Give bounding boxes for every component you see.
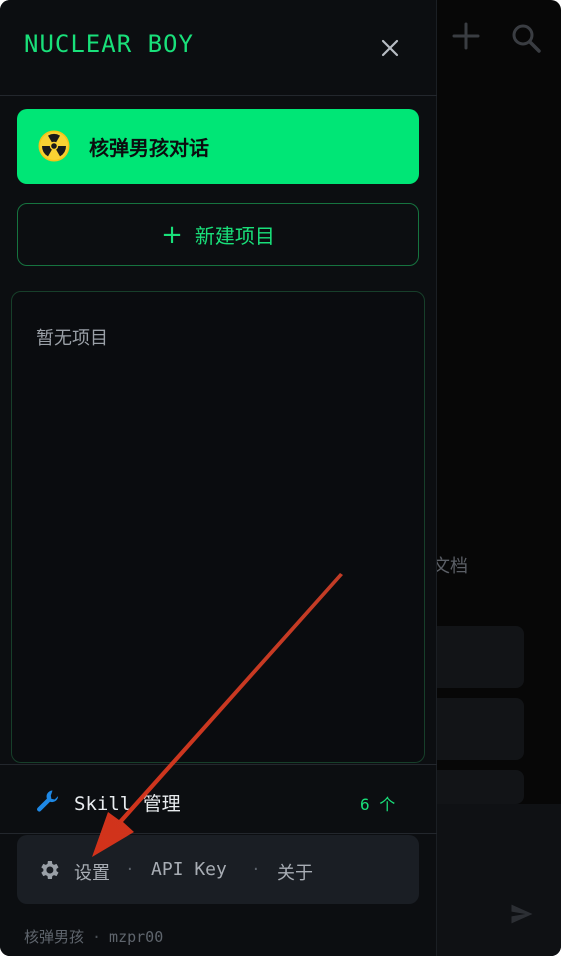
- settings-bar: 设置 · API Key · 关于: [17, 835, 419, 904]
- separator-dot: ·: [92, 928, 102, 946]
- close-icon: [381, 39, 399, 57]
- send-icon[interactable]: [508, 900, 536, 928]
- nuclear-boy-chat-button[interactable]: 核弹男孩对话: [17, 109, 419, 184]
- close-button[interactable]: [374, 32, 406, 64]
- new-chat-plus-icon[interactable]: [450, 20, 482, 52]
- separator-dot: ·: [127, 859, 133, 880]
- project-list: 暂无项目: [11, 291, 425, 763]
- new-project-label: 新建项目: [194, 224, 275, 248]
- footer-handle: mzpr00: [109, 928, 164, 946]
- drawer-header: NUCLEAR BOY: [0, 0, 437, 96]
- drawer-footer: 核弹男孩 · mzpr00: [24, 926, 163, 947]
- about-link[interactable]: 关于: [277, 859, 313, 885]
- background-message-input[interactable]: [420, 804, 561, 956]
- side-drawer: NUCLEAR BOY 核弹男孩对话 + 新建项目 暂无项目 Skill 管理 …: [0, 0, 437, 956]
- skill-management-item[interactable]: Skill 管理 6 个: [0, 764, 437, 834]
- background-partial-text: 文档: [432, 556, 468, 577]
- brand-title: NUCLEAR BOY: [24, 30, 194, 58]
- gear-icon: [41, 861, 59, 879]
- search-icon[interactable]: [510, 22, 542, 54]
- radioactive-icon: [38, 130, 70, 162]
- new-project-button[interactable]: + 新建项目: [17, 203, 419, 266]
- settings-link[interactable]: 设置: [74, 859, 110, 885]
- plus-icon: +: [161, 219, 183, 250]
- chat-button-label: 核弹男孩对话: [89, 136, 209, 160]
- empty-projects-text: 暂无项目: [36, 328, 108, 349]
- footer-app-name: 核弹男孩: [24, 928, 85, 946]
- wrench-icon: [37, 790, 59, 812]
- skill-management-label: Skill 管理: [74, 793, 181, 815]
- separator-dot: ·: [253, 859, 259, 880]
- app-window: 文档 NUCLEAR BOY 核弹男孩对话 + 新建项目 暂无项目 Skill …: [0, 0, 561, 956]
- skill-count-badge: 6 个: [360, 795, 396, 814]
- api-key-link[interactable]: API Key: [151, 859, 227, 880]
